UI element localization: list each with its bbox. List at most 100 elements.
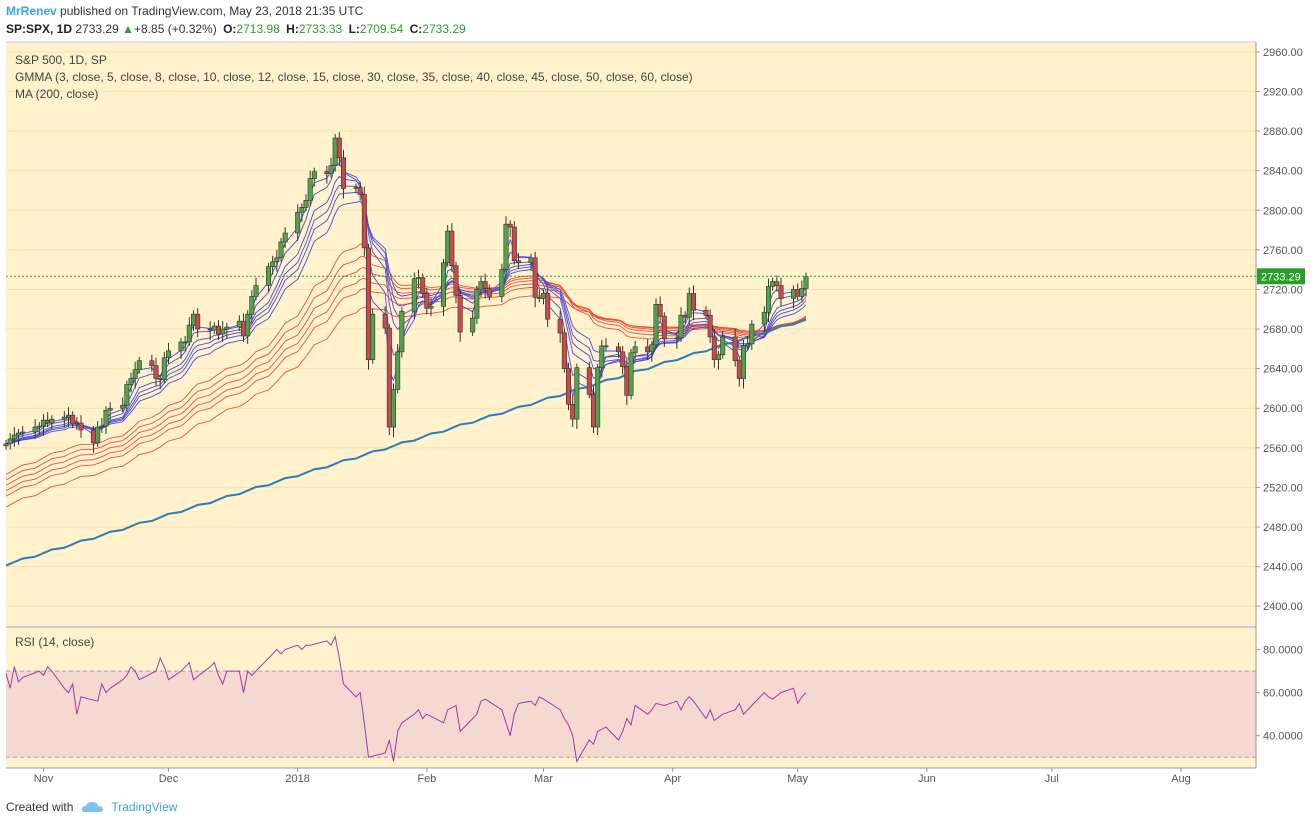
candle-body: [128, 378, 134, 385]
candle-body: [178, 341, 184, 352]
candle: [565, 362, 571, 411]
candle-body: [657, 304, 663, 317]
candle: [365, 243, 371, 370]
last-price: 2733.29: [75, 22, 119, 36]
candle: [574, 363, 580, 430]
price-tick-label: 2440.00: [1263, 562, 1303, 574]
price-tick-label: 2520.00: [1263, 482, 1303, 494]
rsi-tick-label: 40.0000: [1263, 731, 1303, 743]
author-link[interactable]: MrRenev: [6, 4, 57, 18]
price-tick-label: 2880.00: [1263, 126, 1303, 138]
candle-body: [157, 378, 163, 380]
candle-body: [445, 230, 451, 264]
rsi-band-fill: [6, 671, 1256, 758]
candle-body: [124, 384, 130, 406]
candle-body: [20, 431, 26, 434]
candle-body: [595, 367, 601, 428]
candle-body: [703, 309, 709, 316]
candle-body: [770, 281, 776, 287]
candle-body: [557, 318, 563, 334]
symbol-name[interactable]: SP:SPX, 1D: [6, 22, 72, 36]
candle-body: [765, 286, 771, 313]
candle-body: [282, 232, 288, 243]
low-label: L:: [348, 22, 360, 36]
candle: [653, 298, 659, 349]
candle: [628, 348, 634, 400]
candle-body: [61, 416, 67, 420]
price-tick-label: 2400.00: [1263, 601, 1303, 613]
candle-body: [224, 326, 230, 330]
candle-body: [78, 422, 84, 431]
candle-body: [11, 434, 17, 440]
candle-body: [599, 345, 605, 368]
price-tick-label: 2840.00: [1263, 166, 1303, 178]
price-tick-label: 2720.00: [1263, 284, 1303, 296]
candle-body: [328, 165, 334, 174]
candle-body: [795, 289, 801, 297]
gmma-legend[interactable]: GMMA (3, close, 5, close, 8, close, 10, …: [15, 70, 693, 84]
candle-body: [499, 269, 505, 297]
time-tick-label: Apr: [664, 773, 681, 785]
candle-body: [561, 332, 567, 369]
candle-body: [761, 311, 767, 325]
candle-body: [774, 281, 780, 286]
open-label: O:: [223, 22, 237, 36]
candle-body: [386, 327, 392, 428]
candle-body: [428, 305, 434, 309]
candle-body: [707, 314, 713, 338]
candle: [474, 285, 480, 325]
candle-body: [299, 207, 305, 213]
candle: [399, 307, 405, 358]
time-tick-label: May: [787, 773, 808, 785]
candle-body: [207, 328, 213, 331]
candle-body: [720, 336, 726, 356]
candle-body: [482, 281, 488, 289]
open-value: 2713.98: [236, 22, 280, 36]
candle-body: [91, 429, 97, 444]
candle-body: [132, 369, 138, 379]
candle-body: [745, 343, 751, 347]
candle-body: [620, 351, 626, 367]
candle-body: [107, 407, 113, 411]
candle-body: [66, 414, 72, 418]
price-tick-label: 2760.00: [1263, 245, 1303, 257]
candle-body: [570, 403, 576, 420]
candle-body: [628, 352, 634, 396]
candle-body: [395, 351, 401, 390]
candle-body: [236, 320, 242, 328]
candle-body: [324, 171, 330, 174]
candle-body: [382, 313, 388, 329]
candle-body: [615, 346, 621, 353]
ma-legend[interactable]: MA (200, close): [15, 87, 98, 101]
candle-body: [149, 360, 155, 366]
candle-body: [353, 187, 359, 189]
candle-body: [507, 223, 513, 228]
candle-body: [32, 426, 38, 433]
chart-title[interactable]: S&P 500, 1D, SP: [15, 53, 107, 67]
tradingview-link[interactable]: TradingView: [111, 800, 177, 814]
candle-body: [361, 194, 367, 249]
candle-body: [440, 262, 446, 307]
candle-body: [736, 360, 742, 379]
candle-body: [632, 346, 638, 354]
rsi-legend[interactable]: RSI (14, close): [15, 635, 94, 649]
high-value: 2733.33: [298, 22, 343, 36]
candle-body: [586, 367, 592, 395]
close-label: C:: [409, 22, 423, 36]
candle-body: [49, 418, 55, 424]
candle-body: [674, 337, 680, 340]
candle-body: [799, 288, 805, 297]
candle-body: [590, 394, 596, 428]
candle: [361, 186, 367, 256]
price-axis: 2960.00 2920.00 2880.00 2840.00 2800.00 2760.…: [1256, 47, 1303, 613]
candle-body: [528, 257, 534, 264]
candle-body: [511, 226, 517, 262]
candle-body: [211, 325, 217, 331]
candle-body: [99, 425, 105, 428]
time-tick-label: Aug: [1171, 773, 1191, 785]
candle-body: [161, 357, 167, 380]
publish-line: MrRenev published on TradingView.com, Ma…: [6, 4, 363, 18]
candle-body: [303, 200, 309, 208]
candle-body: [182, 341, 188, 344]
close-value: 2733.29: [422, 22, 466, 36]
